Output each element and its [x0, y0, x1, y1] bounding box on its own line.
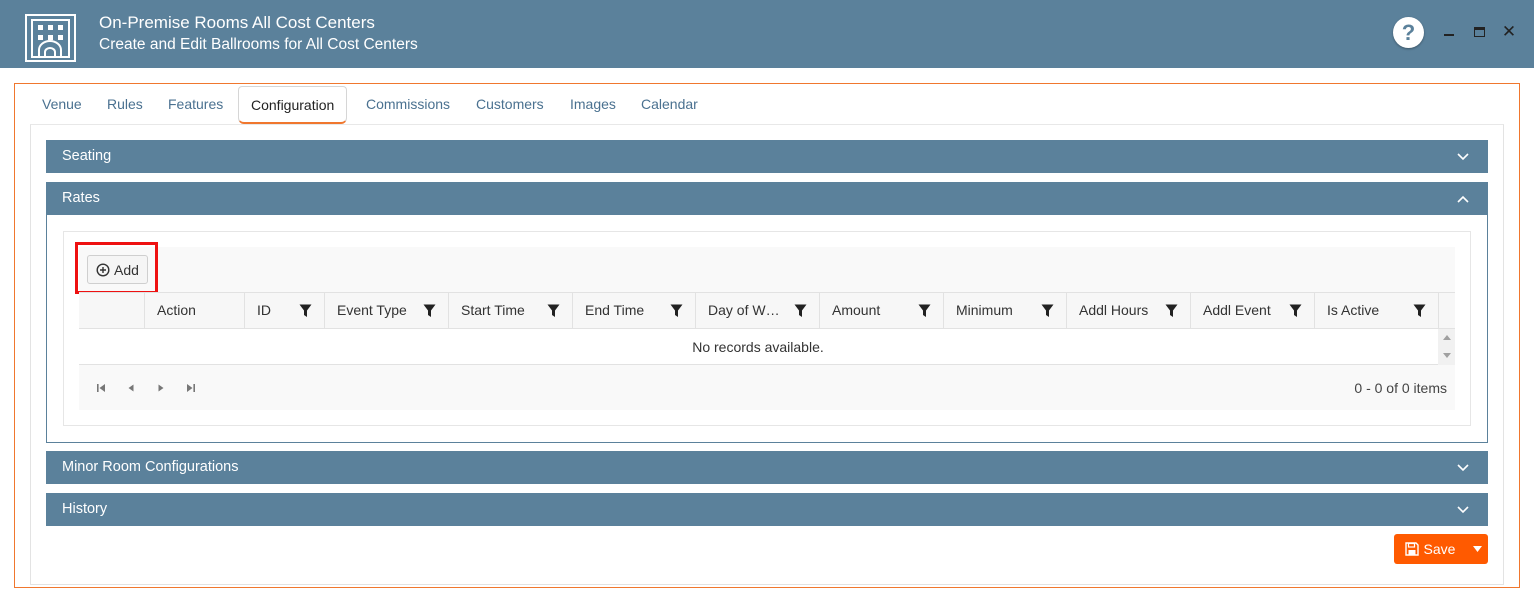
filter-icon[interactable]	[1413, 304, 1426, 318]
maximize-icon	[1473, 27, 1485, 37]
previous-page-icon[interactable]	[125, 382, 137, 394]
window-subtitle: Create and Edit Ballrooms for All Cost C…	[99, 36, 418, 53]
scroll-up-icon[interactable]	[1443, 335, 1451, 340]
column-header-is-active[interactable]: Is Active	[1314, 293, 1438, 329]
filter-icon[interactable]	[1289, 304, 1302, 318]
plus-circle-icon	[96, 262, 110, 277]
column-header-start-time[interactable]: Start Time	[448, 293, 572, 329]
tab-rules[interactable]: Rules	[107, 86, 143, 124]
last-page-icon[interactable]	[185, 382, 197, 394]
first-page-icon[interactable]	[95, 382, 107, 394]
save-button[interactable]: Save	[1394, 534, 1466, 564]
filter-icon[interactable]	[918, 304, 931, 318]
filter-icon[interactable]	[670, 304, 683, 318]
column-header-scroll-spacer	[1438, 293, 1455, 329]
tab-calendar[interactable]: Calendar	[641, 86, 698, 124]
history-panel-header[interactable]: History	[46, 493, 1488, 526]
app-window: On-Premise Rooms All Cost Centers Create…	[0, 0, 1534, 601]
column-header-amount[interactable]: Amount	[819, 293, 943, 329]
column-header-event-type[interactable]: Event Type	[324, 293, 448, 329]
help-icon[interactable]: ?	[1393, 17, 1424, 48]
grid-pager: 0 - 0 of 0 items	[79, 366, 1455, 410]
chevron-down-icon	[1456, 140, 1470, 173]
close-button[interactable]: ✕	[1501, 22, 1517, 42]
chevron-down-icon	[1456, 451, 1470, 484]
save-options-dropdown[interactable]	[1466, 534, 1488, 564]
scroll-down-icon[interactable]	[1443, 353, 1451, 358]
window-title: On-Premise Rooms All Cost Centers	[99, 13, 375, 32]
add-rate-button[interactable]: Add	[87, 255, 148, 284]
filter-icon[interactable]	[1165, 304, 1178, 318]
pager-info: 0 - 0 of 0 items	[1354, 380, 1447, 396]
history-panel-title: History	[62, 501, 108, 517]
filter-icon[interactable]	[299, 304, 312, 318]
filter-icon[interactable]	[794, 304, 807, 318]
vertical-scrollbar[interactable]	[1438, 329, 1455, 365]
tab-features[interactable]: Features	[168, 86, 223, 124]
filter-icon[interactable]	[423, 304, 436, 318]
tab-commissions[interactable]: Commissions	[366, 86, 450, 124]
filter-icon[interactable]	[547, 304, 560, 318]
tab-configuration[interactable]: Configuration	[238, 86, 348, 124]
column-header-id[interactable]: ID	[244, 293, 324, 329]
minimize-icon	[1444, 34, 1454, 36]
maximize-button[interactable]	[1471, 22, 1487, 42]
save-label: Save	[1423, 541, 1456, 557]
building-icon	[25, 14, 76, 62]
caret-down-icon	[1472, 546, 1482, 552]
minor-room-configurations-panel-header[interactable]: Minor Room Configurations	[46, 451, 1488, 484]
rates-grid-header: Action ID Event Type Start Time End Time…	[79, 292, 1455, 329]
column-header-end-time[interactable]: End Time	[572, 293, 695, 329]
next-page-icon[interactable]	[155, 382, 167, 394]
minimize-button[interactable]	[1441, 22, 1457, 42]
title-bar: On-Premise Rooms All Cost Centers Create…	[0, 0, 1534, 68]
seating-panel-header[interactable]: Seating	[46, 140, 1488, 173]
chevron-down-icon	[1456, 493, 1470, 526]
rates-grid-body: No records available.	[79, 329, 1455, 365]
rates-panel-title: Rates	[62, 190, 100, 206]
save-split-button: Save	[1394, 534, 1488, 564]
column-header-select	[79, 293, 144, 329]
minor-room-configurations-panel-title: Minor Room Configurations	[62, 459, 239, 475]
column-header-addl-event[interactable]: Addl Event	[1190, 293, 1314, 329]
add-button-label: Add	[114, 261, 139, 278]
column-header-addl-hours[interactable]: Addl Hours	[1066, 293, 1190, 329]
column-header-minimum[interactable]: Minimum	[943, 293, 1066, 329]
seating-panel-title: Seating	[62, 148, 112, 164]
tab-images[interactable]: Images	[570, 86, 616, 124]
empty-message: No records available.	[692, 339, 824, 355]
column-header-day-of-week[interactable]: Day of W…	[695, 293, 819, 329]
rates-panel-header[interactable]: Rates	[46, 182, 1488, 215]
tab-venue[interactable]: Venue	[42, 86, 82, 124]
floppy-disk-icon	[1404, 542, 1419, 556]
column-header-action[interactable]: Action	[144, 293, 244, 329]
chevron-up-icon	[1456, 182, 1470, 215]
filter-icon[interactable]	[1041, 304, 1054, 318]
tab-customers[interactable]: Customers	[476, 86, 544, 124]
